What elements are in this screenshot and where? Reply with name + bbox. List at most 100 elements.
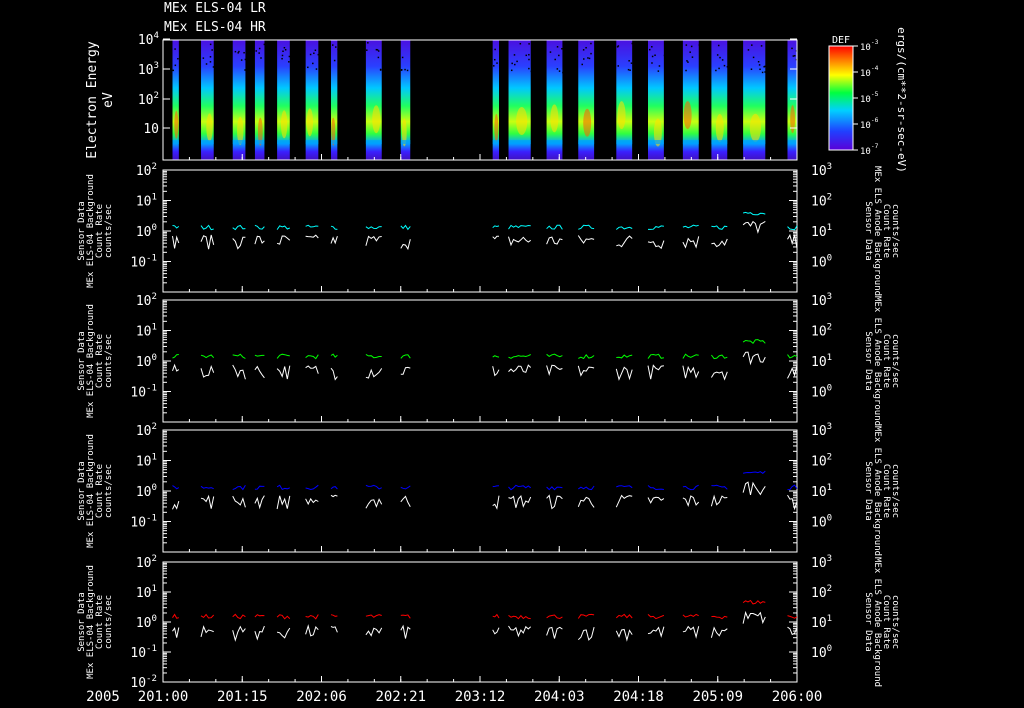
series-trace (682, 613, 699, 618)
left-axis-label: counts/sec (104, 204, 114, 258)
spectrogram-speckle (562, 71, 564, 74)
spectrogram-speckle (494, 48, 496, 51)
spectrogram-speckle (238, 50, 240, 53)
spectrogram-speckle (588, 57, 591, 60)
series-trace (647, 496, 665, 504)
spectrogram-speckle (716, 54, 719, 56)
series-trace (647, 626, 665, 638)
spectrogram-speckle (333, 59, 336, 62)
spectrogram-speckle (528, 53, 530, 56)
spectrogram-speckle (335, 46, 337, 48)
spectrogram-speckle (556, 46, 559, 48)
spectrogram-peak (306, 108, 314, 137)
series-trace (365, 614, 382, 618)
series-trace (615, 366, 633, 381)
right-axis-label: counts/sec (890, 464, 900, 518)
series-trace (232, 353, 246, 359)
series-trace (400, 485, 411, 490)
series-trace (787, 365, 798, 379)
series-trace (742, 351, 766, 366)
spectrogram-speckle (723, 64, 726, 67)
spectrogram-speckle (516, 60, 518, 63)
spectrogram-speckle (648, 48, 651, 51)
series-trace (200, 494, 215, 509)
right-tick-label: 102 (811, 453, 832, 470)
spectrogram-speckle (627, 68, 630, 71)
spectrogram-speckle (651, 46, 653, 48)
series-trace (578, 224, 595, 230)
left-tick-label: 10-1 (130, 254, 157, 271)
spectrogram-speckle (654, 54, 656, 56)
series-trace (492, 366, 500, 377)
right-axis-label: Count Rate (881, 464, 891, 518)
spectrogram-speckle (617, 65, 620, 67)
x-year-label: 2005 (86, 689, 120, 705)
spectrogram-speckle (763, 66, 765, 68)
series-trace (508, 224, 531, 230)
spectrogram-speckle (202, 57, 205, 59)
series-trace (711, 225, 728, 230)
series-trace (276, 365, 291, 380)
series-trace (305, 484, 319, 491)
series-trace (400, 354, 411, 359)
spectrogram-speckle (530, 70, 533, 73)
spectrogram-speckle (315, 68, 318, 70)
series-trace (742, 481, 766, 496)
spectrogram-ytick-label: 103 (138, 61, 159, 78)
spectrogram-speckle (581, 63, 583, 66)
series-trace (172, 485, 180, 490)
left-tick-label: 102 (136, 422, 157, 439)
series-trace (711, 354, 728, 360)
right-axis-label: MEx ELS Anode Background (872, 166, 882, 296)
right-tick-label: 101 (811, 614, 832, 631)
left-tick-label: 100 (136, 223, 157, 240)
series-trace (546, 236, 563, 245)
spectrogram-speckle (282, 50, 284, 53)
spectrogram-speckle (260, 57, 262, 59)
series-trace (200, 613, 215, 619)
series-trace (546, 353, 563, 358)
series-trace (330, 626, 338, 633)
colorbar-tick-label: 10-5 (860, 91, 879, 105)
spectrogram-speckle (284, 48, 287, 51)
spectrogram-speckle (174, 48, 176, 50)
spectrogram-speckle (288, 61, 290, 63)
series-trace (365, 368, 383, 379)
spectrogram-speckle (317, 53, 320, 56)
spectrogram-yunit: eV (101, 92, 116, 108)
series-trace (682, 236, 700, 249)
right-axis-label: counts/sec (890, 204, 900, 258)
series-trace (276, 495, 291, 510)
series-trace (578, 353, 595, 360)
spectrogram-speckle (307, 66, 309, 69)
series-trace (616, 485, 633, 489)
series-trace (400, 624, 411, 639)
series-trace (172, 500, 180, 510)
right-tick-label: 103 (811, 292, 832, 309)
spectrogram-peak (550, 104, 559, 133)
series-trace (330, 236, 338, 245)
left-tick-label: 102 (136, 292, 157, 309)
series-trace (615, 494, 633, 508)
series-trace (787, 225, 798, 231)
x-tick-label: 201:00 (138, 689, 189, 705)
panel-frame (162, 561, 798, 683)
spectrogram-speckle (718, 67, 720, 70)
spectrogram-band (254, 140, 265, 144)
series-trace (330, 225, 338, 230)
x-tick-label: 206:00 (772, 689, 823, 705)
spectrogram-band (331, 140, 338, 144)
colorbar-tick-label: 10-3 (860, 39, 879, 53)
spectrogram-speckle (628, 60, 630, 62)
spectrogram-speckle (209, 56, 212, 58)
colorbar-tick-label: 10-6 (860, 117, 879, 131)
spectrogram-speckle (583, 58, 585, 60)
spectrogram-band (743, 140, 766, 144)
right-tick-label: 101 (811, 353, 832, 370)
spectrogram-speckle (658, 65, 661, 67)
spectrogram-speckle (687, 61, 689, 63)
spectrogram-speckle (281, 54, 284, 57)
spectrogram-peak (280, 110, 288, 139)
series-trace (742, 610, 766, 625)
series-trace (330, 614, 338, 617)
